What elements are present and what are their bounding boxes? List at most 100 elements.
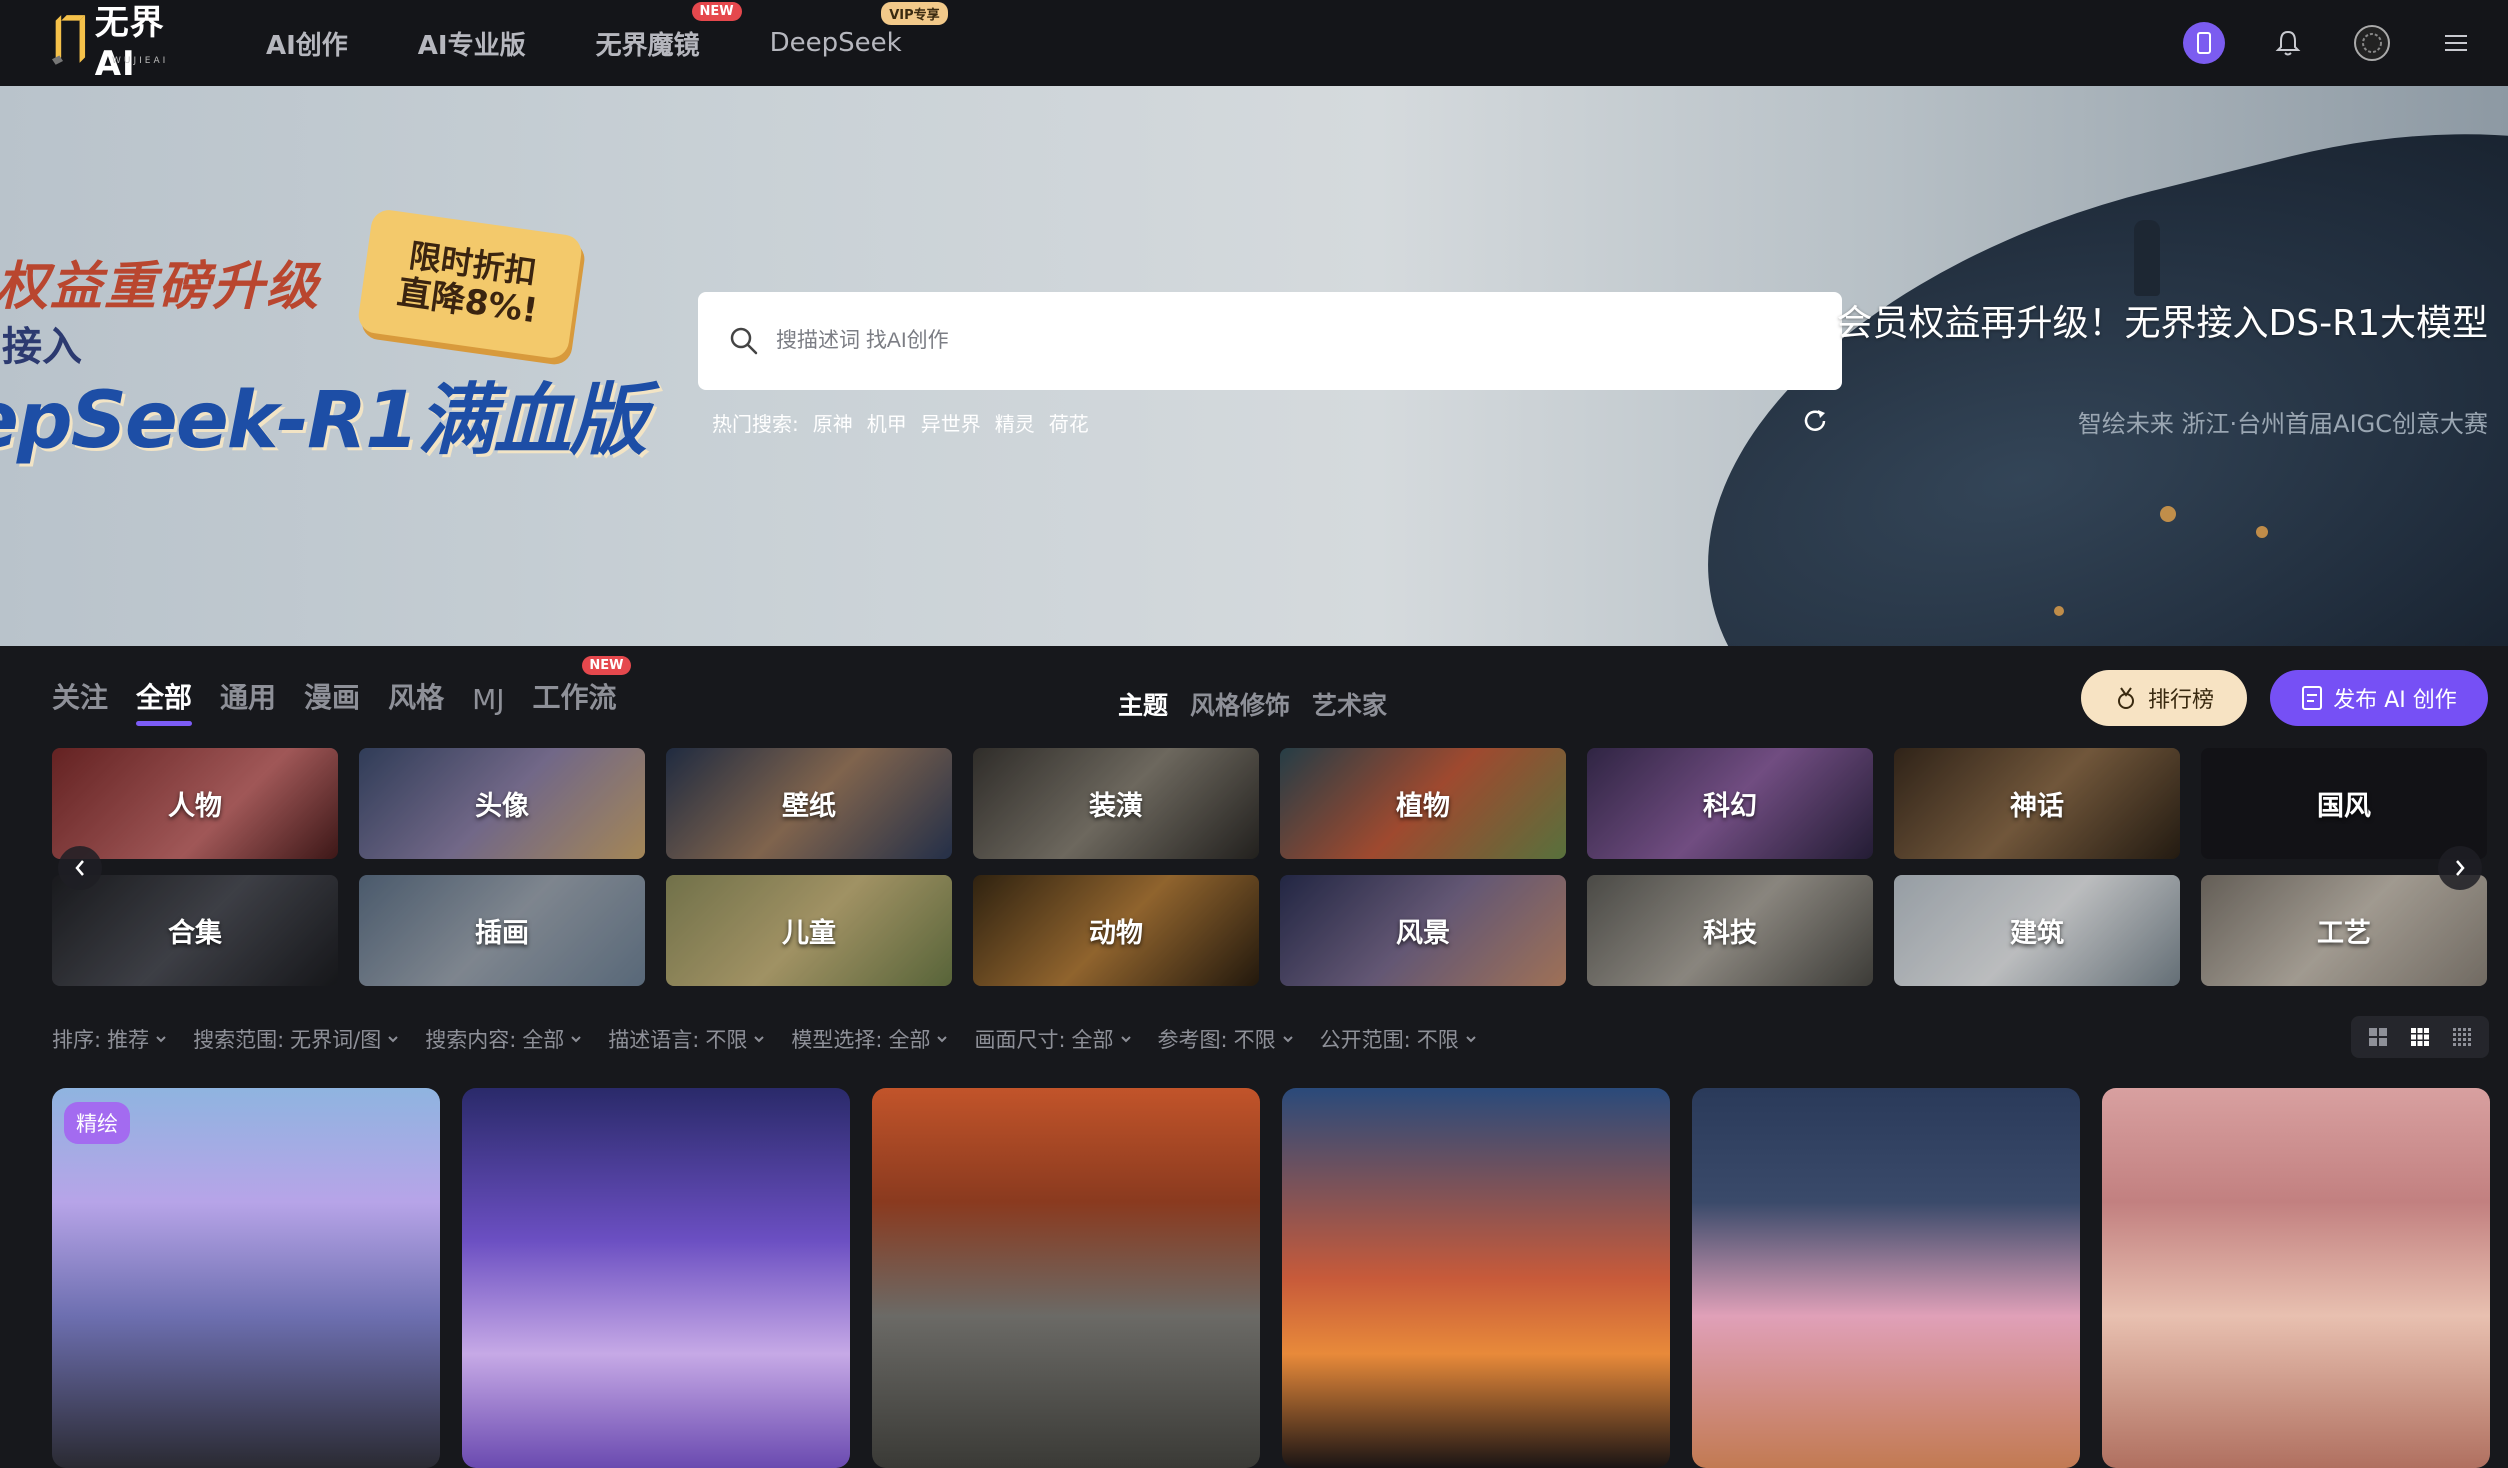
category-card[interactable]: 科技 <box>1587 875 1873 986</box>
category-card[interactable]: 人物 <box>52 748 338 859</box>
grid-3x3-icon <box>2411 1028 2429 1046</box>
hot-search-term[interactable]: 机甲 <box>867 408 907 437</box>
document-icon <box>2302 686 2323 710</box>
grid-4x4-icon <box>2453 1028 2471 1046</box>
hero-title[interactable]: 会员权益再升级！无界接入DS-R1大模型 <box>1837 294 2488 346</box>
view-small-button[interactable] <box>2449 1024 2475 1050</box>
grid-2x2-icon <box>2369 1028 2387 1046</box>
filter-label: 参考图: <box>1157 1028 1228 1052</box>
leaderboard-button[interactable]: 排行榜 <box>2081 670 2247 726</box>
category-card[interactable]: 动物 <box>973 875 1259 986</box>
hero-banner[interactable]: 权益重磅升级 接入 epSeek-R1满血版 限时折扣 直降8%! 热门搜索: … <box>0 86 2508 646</box>
standing-figure <box>2134 220 2160 296</box>
gallery-card[interactable]: 精绘 <box>52 1088 440 1468</box>
gallery-card[interactable] <box>1692 1088 2080 1468</box>
tab-all[interactable]: 全部 <box>136 676 193 726</box>
menu-button[interactable] <box>2434 21 2478 65</box>
tab-style[interactable]: 风格 <box>388 676 444 726</box>
category-label: 合集 <box>168 918 222 949</box>
refresh-icon[interactable] <box>1800 406 1830 436</box>
filter-value: 不限 <box>705 1028 748 1052</box>
logo[interactable]: 无界AI WUJIEAI <box>52 3 202 84</box>
category-card[interactable]: 工艺 <box>2201 875 2487 986</box>
search-icon <box>730 327 758 355</box>
category-label: 儿童 <box>782 918 836 949</box>
new-badge: NEW <box>691 2 742 21</box>
sub-tab-artist[interactable]: 艺术家 <box>1312 686 1387 722</box>
filter-value: 不限 <box>1233 1028 1276 1052</box>
hot-search-term[interactable]: 荷花 <box>1049 408 1089 437</box>
filter-dropdown[interactable]: 描述语言: 不限 <box>608 1024 765 1054</box>
user-avatar-button[interactable] <box>2350 21 2394 65</box>
chevron-down-icon <box>1120 1036 1131 1043</box>
hot-search-term[interactable]: 异世界 <box>921 408 981 437</box>
nav-ai-create[interactable]: AI创作 <box>266 0 348 86</box>
view-large-button[interactable] <box>2365 1024 2391 1050</box>
filter-dropdown[interactable]: 画面尺寸: 全部 <box>974 1024 1131 1054</box>
filter-label: 画面尺寸: <box>974 1028 1066 1052</box>
sub-tab-style-modifier[interactable]: 风格修饰 <box>1190 686 1290 722</box>
promo-model-name: epSeek-R1满血版 <box>0 376 647 466</box>
nav-mirror[interactable]: 无界魔镜 NEW <box>596 0 742 86</box>
category-card[interactable]: 壁纸 <box>666 748 952 859</box>
view-medium-button[interactable] <box>2407 1024 2433 1050</box>
carousel-next-button[interactable] <box>2438 846 2482 890</box>
tab-label: 漫画 <box>304 681 361 714</box>
category-card[interactable]: 国风 <box>2201 748 2487 859</box>
category-card[interactable]: 神话 <box>1894 748 2180 859</box>
whale-light <box>2160 506 2176 522</box>
filter-dropdown[interactable]: 参考图: 不限 <box>1158 1024 1294 1054</box>
category-card[interactable]: 科幻 <box>1587 748 1873 859</box>
category-card[interactable]: 植物 <box>1280 748 1566 859</box>
gallery-card[interactable] <box>1282 1088 1670 1468</box>
category-card[interactable]: 风景 <box>1280 875 1566 986</box>
category-label: 科幻 <box>1703 791 1757 822</box>
search-input[interactable] <box>776 329 1676 353</box>
chevron-down-icon <box>937 1036 948 1043</box>
category-card[interactable]: 装潢 <box>973 748 1259 859</box>
tab-follow[interactable]: 关注 <box>52 676 108 726</box>
tab-mj[interactable]: MJ <box>472 683 504 726</box>
category-label: 建筑 <box>2010 918 2064 949</box>
category-card[interactable]: 建筑 <box>1894 875 2180 986</box>
publish-creation-button[interactable]: 发布 AI 创作 <box>2270 670 2488 726</box>
tab-workflow[interactable]: 工作流 NEW <box>533 656 631 726</box>
filter-dropdown[interactable]: 搜索内容: 全部 <box>425 1024 582 1054</box>
tab-label: 风格 <box>388 681 445 714</box>
gallery-card[interactable] <box>462 1088 850 1468</box>
chevron-down-icon <box>156 1036 166 1043</box>
hot-searches: 热门搜索: 原神 机甲 异世界 精灵 荷花 <box>712 408 1089 437</box>
image-gallery: 精绘 <box>52 1088 2490 1468</box>
nav-deepseek[interactable]: DeepSeek VIP专享 <box>769 0 948 86</box>
category-card[interactable]: 儿童 <box>666 875 952 986</box>
category-label: 风景 <box>1396 918 1450 949</box>
tab-label: 全部 <box>136 681 193 714</box>
logo-subtext: WUJIEAI <box>112 56 169 66</box>
gallery-card[interactable] <box>872 1088 1260 1468</box>
filter-value: 全部 <box>888 1028 931 1052</box>
filter-dropdown[interactable]: 模型选择: 全部 <box>791 1024 948 1054</box>
hero-subtitle[interactable]: 智绘未来 浙江·台州首届AIGC创意大赛 <box>2078 404 2488 439</box>
hot-search-term[interactable]: 精灵 <box>995 408 1035 437</box>
gallery-card[interactable] <box>2102 1088 2490 1468</box>
sub-tab-theme[interactable]: 主题 <box>1118 686 1168 722</box>
tab-general[interactable]: 通用 <box>220 676 276 726</box>
category-card[interactable]: 头像 <box>359 748 645 859</box>
category-label: 装潢 <box>1089 791 1143 822</box>
carousel-prev-button[interactable] <box>58 846 102 890</box>
nav-label: DeepSeek <box>769 28 902 58</box>
filter-label: 描述语言: <box>608 1028 700 1052</box>
mobile-app-button[interactable] <box>2182 21 2226 65</box>
nav-ai-pro[interactable]: AI专业版 <box>418 0 526 86</box>
tab-comic[interactable]: 漫画 <box>304 676 360 726</box>
medal-icon <box>2117 687 2134 709</box>
filter-dropdown[interactable]: 公开范围: 不限 <box>1320 1024 1477 1054</box>
publish-label: 发布 AI 创作 <box>2333 688 2457 713</box>
leaderboard-label: 排行榜 <box>2147 688 2214 713</box>
notification-button[interactable] <box>2266 21 2310 65</box>
category-card[interactable]: 插画 <box>359 875 645 986</box>
filter-dropdown[interactable]: 搜索范围: 无界词/图 <box>193 1024 399 1054</box>
hot-search-term[interactable]: 原神 <box>813 408 853 437</box>
filter-dropdown[interactable]: 排序: 推荐 <box>52 1024 167 1054</box>
category-card[interactable]: 合集 <box>52 875 338 986</box>
